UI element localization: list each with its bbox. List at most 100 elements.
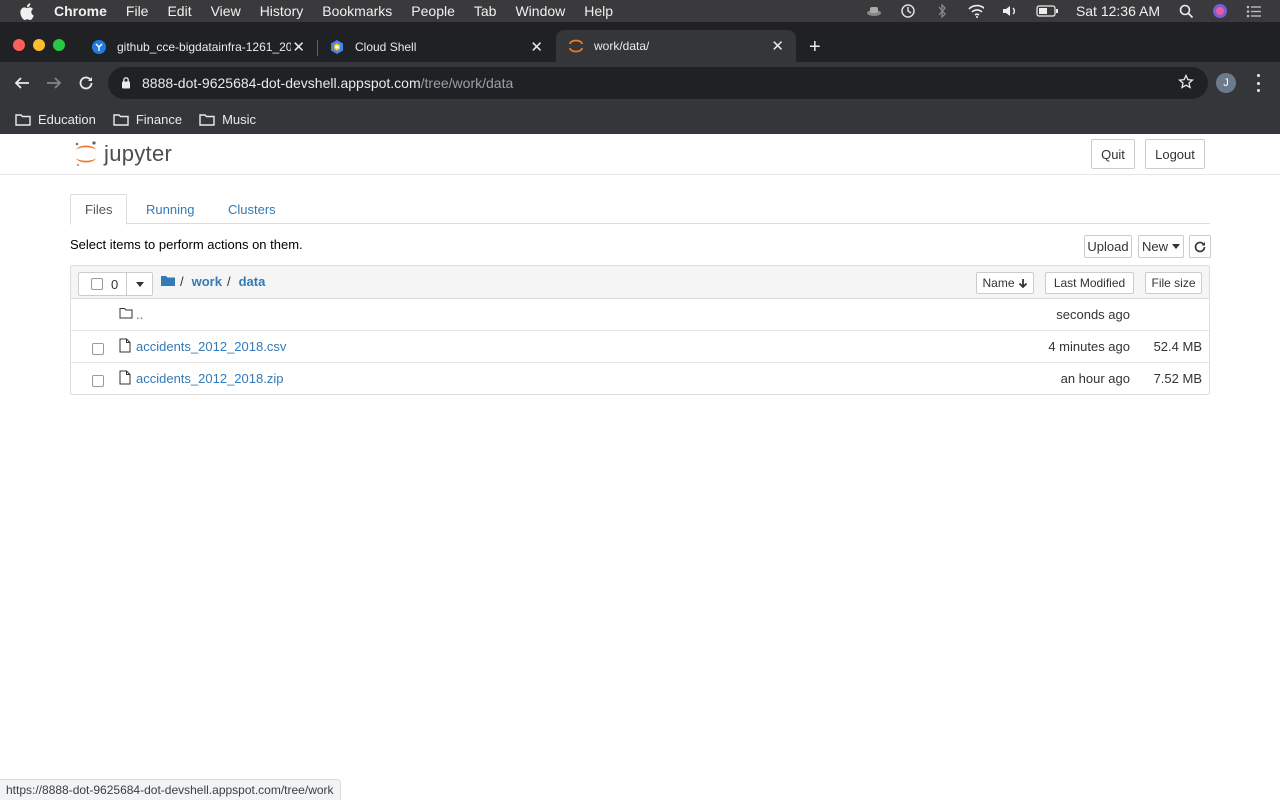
breadcrumb-data[interactable]: data xyxy=(239,274,266,289)
reload-icon[interactable] xyxy=(76,73,96,93)
logout-button[interactable]: Logout xyxy=(1145,139,1205,169)
refresh-button[interactable] xyxy=(1189,235,1211,258)
menu-chrome[interactable]: Chrome xyxy=(54,3,107,19)
chrome-menu-icon[interactable] xyxy=(1254,74,1262,92)
new-tab-button[interactable]: + xyxy=(809,37,821,57)
folder-icon xyxy=(119,306,133,324)
time-machine-icon[interactable] xyxy=(900,3,916,19)
address-bar[interactable]: 8888-dot-9625684-dot-devshell.appspot.co… xyxy=(108,67,1208,99)
file-list-header: 0 / work / data Name Last Modified File … xyxy=(71,266,1209,299)
jupyter-wordmark: jupyter xyxy=(104,141,173,166)
tab-cloud-shell[interactable]: Cloud Shell ✕ xyxy=(318,32,555,62)
menu-tab[interactable]: Tab xyxy=(474,3,497,19)
tab-close-icon[interactable]: ✕ xyxy=(771,37,784,55)
tab-title: github_cce-bigdatainfra-1261_20 xyxy=(117,40,291,54)
apple-icon[interactable] xyxy=(19,2,37,20)
new-dropdown-button[interactable]: New xyxy=(1138,235,1184,258)
lock-icon[interactable] xyxy=(121,76,131,94)
folder-icon xyxy=(199,113,215,126)
tab-files[interactable]: Files xyxy=(70,194,128,225)
list-item[interactable]: accidents_2012_2018.csv 4 minutes ago 52… xyxy=(71,331,1209,363)
bookmark-music[interactable]: Music xyxy=(199,112,256,127)
siri-icon[interactable] xyxy=(1212,3,1228,19)
bookmark-finance[interactable]: Finance xyxy=(113,112,182,127)
jupyter-logo[interactable]: jupyter xyxy=(74,140,172,168)
chrome-toolbar: 8888-dot-9625684-dot-devshell.appspot.co… xyxy=(0,62,1280,104)
battery-icon[interactable] xyxy=(1036,3,1058,19)
sort-name-button[interactable]: Name xyxy=(976,272,1034,294)
breadcrumb-separator: / xyxy=(180,274,184,289)
sort-size-button[interactable]: File size xyxy=(1145,272,1202,294)
jupyter-tabs: Files Running Clusters xyxy=(70,194,1210,225)
breadcrumb-work[interactable]: work xyxy=(192,274,222,289)
bookmark-education[interactable]: Education xyxy=(15,112,96,127)
list-item[interactable]: accidents_2012_2018.zip an hour ago 7.52… xyxy=(71,363,1209,395)
window-close-button[interactable] xyxy=(13,39,25,51)
row-checkbox[interactable] xyxy=(92,375,104,387)
breadcrumb-separator: / xyxy=(226,274,231,289)
tab-work-data[interactable]: work/data/ ✕ xyxy=(556,30,796,62)
select-dropdown-toggle[interactable] xyxy=(126,273,153,295)
volume-icon[interactable] xyxy=(1002,3,1018,19)
tab-clusters[interactable]: Clusters xyxy=(228,194,276,224)
window-zoom-button[interactable] xyxy=(53,39,65,51)
select-all-control[interactable]: 0 xyxy=(78,272,153,296)
bookmark-label: Education xyxy=(38,111,96,127)
profile-avatar[interactable]: J xyxy=(1216,73,1236,93)
file-list: 0 / work / data Name Last Modified File … xyxy=(70,265,1210,395)
git-icon xyxy=(91,39,107,55)
hat-icon[interactable] xyxy=(866,3,882,19)
caret-down-icon xyxy=(1172,244,1180,249)
tab-github[interactable]: github_cce-bigdatainfra-1261_20 ✕ xyxy=(80,32,317,62)
menu-edit[interactable]: Edit xyxy=(167,3,191,19)
file-modified: seconds ago xyxy=(1056,307,1130,322)
tab-close-icon[interactable]: ✕ xyxy=(292,38,305,56)
jupyter-header: jupyter Quit Logout xyxy=(0,134,1280,175)
home-folder-icon[interactable] xyxy=(161,274,175,289)
tab-title: work/data/ xyxy=(594,39,650,53)
file-name-link[interactable]: accidents_2012_2018.zip xyxy=(136,371,283,386)
file-name-link[interactable]: .. xyxy=(136,307,143,322)
menu-history[interactable]: History xyxy=(260,3,304,19)
jupyter-logo-icon xyxy=(75,141,96,167)
folder-icon xyxy=(113,113,129,126)
bookmark-star-icon[interactable] xyxy=(1178,73,1194,95)
window-minimize-button[interactable] xyxy=(33,39,45,51)
new-label: New xyxy=(1141,239,1168,254)
menu-window[interactable]: Window xyxy=(515,3,565,19)
menu-people[interactable]: People xyxy=(411,3,455,19)
menu-file[interactable]: File xyxy=(126,3,149,19)
bookmark-label: Music xyxy=(222,111,257,127)
url-host: 8888-dot-9625684-dot-devshell.appspot.co… xyxy=(142,75,421,91)
file-size: 52.4 MB xyxy=(1153,339,1202,354)
file-icon xyxy=(119,338,131,358)
wifi-icon[interactable] xyxy=(968,3,984,19)
forward-icon[interactable] xyxy=(44,73,64,93)
chrome-tab-strip: github_cce-bigdatainfra-1261_20 ✕ Cloud … xyxy=(0,22,1280,62)
file-size: 7.52 MB xyxy=(1153,371,1202,386)
file-name-link[interactable]: accidents_2012_2018.csv xyxy=(136,339,286,354)
list-item[interactable]: .. seconds ago xyxy=(71,299,1209,331)
menu-bookmarks[interactable]: Bookmarks xyxy=(322,3,392,19)
folder-icon xyxy=(15,113,31,126)
file-modified: an hour ago xyxy=(1060,371,1130,386)
menubar-clock[interactable]: Sat 12:36 AM xyxy=(1076,3,1160,19)
tab-close-icon[interactable]: ✕ xyxy=(530,38,543,56)
back-icon[interactable] xyxy=(12,73,32,93)
upload-button[interactable]: Upload xyxy=(1084,235,1132,258)
row-checkbox[interactable] xyxy=(92,343,104,355)
notification-center-icon[interactable] xyxy=(1246,3,1262,19)
link-status-bubble: https://8888-dot-9625684-dot-devshell.ap… xyxy=(0,779,341,800)
sort-modified-button[interactable]: Last Modified xyxy=(1045,272,1134,294)
menu-help[interactable]: Help xyxy=(584,3,613,19)
jupyter-icon xyxy=(568,38,584,54)
spotlight-icon[interactable] xyxy=(1178,3,1194,19)
select-all-checkbox[interactable] xyxy=(91,278,103,290)
menu-view[interactable]: View xyxy=(211,3,241,19)
selected-count: 0 xyxy=(111,277,119,292)
bookmark-label: Finance xyxy=(135,111,183,127)
quit-button[interactable]: Quit xyxy=(1091,139,1135,169)
tab-running[interactable]: Running xyxy=(146,194,194,224)
bluetooth-icon[interactable] xyxy=(934,3,950,19)
address-url[interactable]: 8888-dot-9625684-dot-devshell.appspot.co… xyxy=(142,75,513,91)
